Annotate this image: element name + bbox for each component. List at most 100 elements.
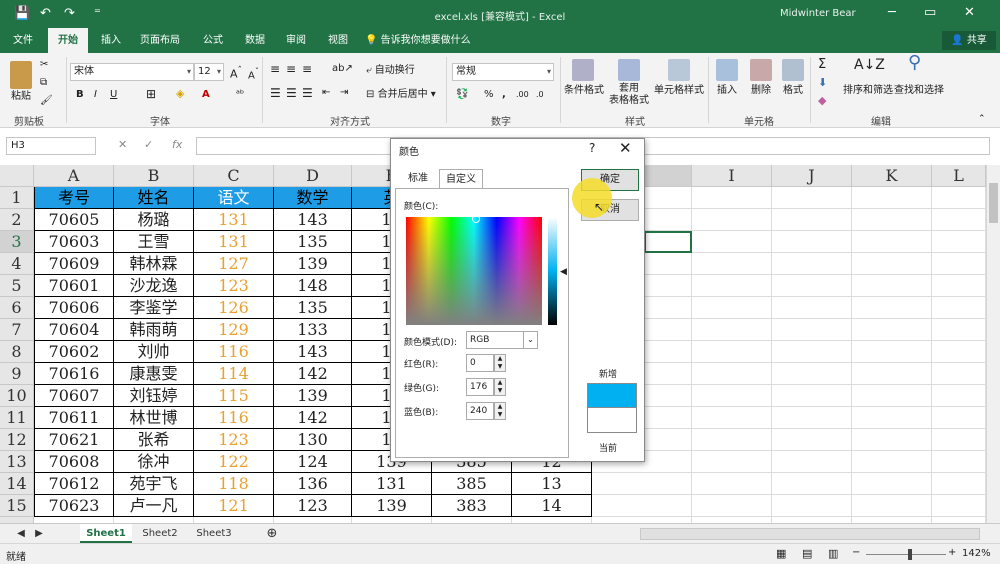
conditional-format-icon[interactable]	[572, 59, 594, 81]
row-header[interactable]: 13	[0, 451, 34, 473]
row-header[interactable]: 15	[0, 495, 34, 517]
column-header[interactable]: D	[274, 165, 352, 187]
paste-button[interactable]: 粘贴	[8, 91, 34, 103]
select-all-corner[interactable]	[0, 165, 34, 187]
column-header[interactable]: L	[932, 165, 986, 187]
data-cell[interactable]: 刘钰婷	[114, 385, 194, 407]
name-box[interactable]: H3	[6, 137, 96, 155]
red-input[interactable]: 0	[466, 354, 494, 372]
fill-icon[interactable]: ⬇	[818, 77, 827, 89]
decrease-indent-icon[interactable]: ⇤	[322, 87, 330, 99]
data-cell[interactable]: 116	[194, 407, 274, 429]
row-header[interactable]: 11	[0, 407, 34, 429]
cell-styles-button[interactable]: 单元格样式	[652, 85, 706, 97]
merge-center-button[interactable]: ⊟ 合并后居中 ▾	[366, 89, 436, 101]
bold-icon[interactable]: B	[76, 89, 84, 101]
data-cell[interactable]: 142	[274, 363, 352, 385]
data-cell[interactable]: 刘帅	[114, 341, 194, 363]
column-header[interactable]: A	[34, 165, 114, 187]
align-top-icon[interactable]: ≡	[270, 63, 280, 75]
data-cell[interactable]: 139	[352, 495, 432, 517]
paste-icon[interactable]	[10, 61, 32, 89]
data-cell[interactable]: 李鉴学	[114, 297, 194, 319]
data-cell[interactable]: 116	[194, 341, 274, 363]
data-cell[interactable]: 韩雨萌	[114, 319, 194, 341]
data-cell[interactable]: 142	[274, 407, 352, 429]
data-cell[interactable]: 115	[194, 385, 274, 407]
autosum-icon[interactable]: Σ	[818, 58, 826, 71]
data-cell[interactable]: 林世博	[114, 407, 194, 429]
prev-sheet-icon[interactable]: ◀	[14, 524, 28, 543]
header-cell[interactable]: 语文	[194, 187, 274, 209]
row-header[interactable]: 5	[0, 275, 34, 297]
next-sheet-icon[interactable]: ▶	[32, 524, 46, 543]
data-cell[interactable]: 139	[274, 385, 352, 407]
row-header[interactable]: 9	[0, 363, 34, 385]
data-cell[interactable]: 148	[274, 275, 352, 297]
align-left-icon[interactable]: ☰	[270, 87, 281, 99]
zoom-slider-thumb[interactable]	[908, 549, 912, 560]
row-header[interactable]: 8	[0, 341, 34, 363]
table-format-icon[interactable]	[618, 59, 640, 81]
cut-icon[interactable]: ✂	[40, 59, 48, 71]
tab-3[interactable]: 页面布局	[138, 28, 182, 53]
font-size-combo[interactable]: 12 ▾	[194, 63, 224, 81]
row-header[interactable]: 6	[0, 297, 34, 319]
data-cell[interactable]: 70611	[34, 407, 114, 429]
fill-color-icon[interactable]: ◈	[176, 88, 184, 100]
data-cell[interactable]: 韩林霖	[114, 253, 194, 275]
tab-0[interactable]: 文件	[6, 28, 40, 53]
data-cell[interactable]: 121	[194, 495, 274, 517]
row-header[interactable]: 7	[0, 319, 34, 341]
add-sheet-icon[interactable]: ⊕	[262, 524, 282, 543]
data-cell[interactable]: 383	[432, 495, 512, 517]
scrollbar-thumb[interactable]	[989, 183, 998, 223]
luminance-bar[interactable]	[548, 217, 557, 325]
find-icon[interactable]: ⚲	[908, 54, 921, 72]
data-cell[interactable]: 143	[274, 341, 352, 363]
color-spectrum[interactable]	[406, 217, 542, 325]
data-cell[interactable]: 123	[194, 429, 274, 451]
enter-icon[interactable]: ✓	[144, 138, 153, 151]
data-cell[interactable]: 70603	[34, 231, 114, 253]
delete-cells-button[interactable]: 删除	[746, 85, 776, 97]
find-select-button[interactable]: 查找和选择	[894, 85, 944, 97]
data-cell[interactable]: 杨璐	[114, 209, 194, 231]
tab-custom[interactable]: 自定义	[439, 169, 483, 189]
column-header[interactable]: B	[114, 165, 194, 187]
decrease-font-icon[interactable]: Aˇ	[248, 65, 259, 82]
tab-4[interactable]: 公式	[198, 28, 228, 53]
vertical-scrollbar[interactable]	[986, 165, 1000, 523]
data-cell[interactable]: 70601	[34, 275, 114, 297]
data-cell[interactable]: 118	[194, 473, 274, 495]
cell-styles-icon[interactable]	[668, 59, 690, 81]
data-cell[interactable]: 70608	[34, 451, 114, 473]
data-cell[interactable]: 135	[274, 231, 352, 253]
sheet-tab-2[interactable]: Sheet2	[134, 524, 186, 543]
red-spinner[interactable]: ▲ ▼	[494, 354, 506, 372]
orientation-icon[interactable]: ab↗	[332, 63, 353, 75]
data-cell[interactable]: 70616	[34, 363, 114, 385]
sort-filter-button[interactable]: 排序和筛选	[842, 85, 894, 97]
delete-cells-icon[interactable]	[750, 59, 772, 81]
data-cell[interactable]: 131	[194, 209, 274, 231]
row-header[interactable]: 3	[0, 231, 34, 253]
data-cell[interactable]: 70605	[34, 209, 114, 231]
format-table-button[interactable]: 套用 表格格式	[606, 83, 652, 107]
data-cell[interactable]: 康惠雯	[114, 363, 194, 385]
tab-6[interactable]: 审阅	[281, 28, 311, 53]
column-header[interactable]: J	[772, 165, 852, 187]
share-button[interactable]: 👤 共享	[942, 31, 996, 50]
phonetic-icon[interactable]: ᵃᵇ	[236, 89, 244, 101]
data-cell[interactable]: 13	[512, 473, 592, 495]
maximize-icon[interactable]: ▭	[924, 5, 936, 20]
data-cell[interactable]: 130	[274, 429, 352, 451]
normal-view-icon[interactable]: ▦	[776, 547, 786, 560]
align-bottom-icon[interactable]: ≡	[302, 63, 312, 75]
data-cell[interactable]: 122	[194, 451, 274, 473]
data-cell[interactable]: 131	[194, 231, 274, 253]
row-header[interactable]: 14	[0, 473, 34, 495]
tab-7[interactable]: 视图	[323, 28, 353, 53]
blue-spinner[interactable]: ▲ ▼	[494, 402, 506, 420]
percent-icon[interactable]: %	[484, 89, 494, 101]
